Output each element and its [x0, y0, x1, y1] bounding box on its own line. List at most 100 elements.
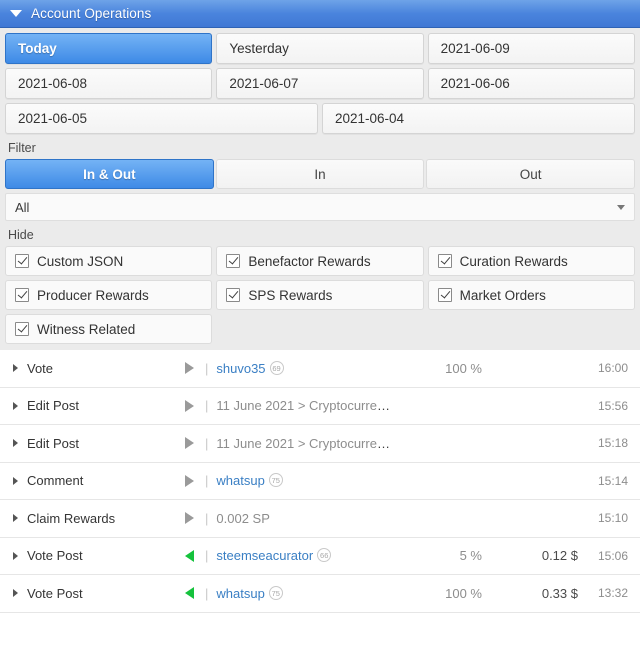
checkbox-checked-icon[interactable]	[437, 288, 452, 302]
caret-right-icon[interactable]	[13, 551, 18, 560]
date-button-2021-06-04[interactable]: 2021-06-04	[322, 103, 635, 134]
hide-checkbox-label: Custom JSON	[37, 253, 124, 269]
date-button-2021-06-06[interactable]: 2021-06-06	[427, 68, 635, 99]
operation-time: 15:06	[597, 548, 628, 563]
direction-indicator	[177, 437, 201, 450]
operation-type: Vote Post	[27, 548, 83, 564]
operation-type: Edit Post	[27, 435, 80, 451]
operation-amount: 0.12 $	[541, 548, 578, 564]
operation-type: Vote Post	[27, 585, 83, 601]
filter-label: Filter	[8, 141, 36, 155]
detail-text: 0.002 SP	[216, 510, 270, 526]
account-link[interactable]: steemseacurator	[216, 548, 313, 563]
chevron-down-icon	[617, 204, 625, 210]
checkbox-checked-icon[interactable]	[15, 254, 29, 268]
triangle-left-incoming-icon	[184, 587, 194, 600]
caret-right-icon[interactable]	[13, 589, 18, 598]
operation-row[interactable]: Vote | shuvo35 69 100 % 16:00	[0, 350, 640, 388]
operation-row[interactable]: Claim Rewards | 0.002 SP 15:10	[0, 500, 640, 538]
operation-detail: 11 June 2021 > Cryptocurrency Prices by …	[216, 398, 396, 413]
hide-checkbox-curation-rewards[interactable]: Curation Rewards	[427, 246, 635, 276]
checkbox-checked-icon[interactable]	[226, 288, 241, 302]
operation-row[interactable]: Vote Post | steemseacurator 66 5 % 0.12 $ 15:0…	[0, 538, 640, 575]
hide-checkbox-producer-rewards[interactable]: Producer Rewards	[5, 280, 213, 310]
checkbox-checked-icon[interactable]	[15, 322, 29, 336]
operations-list: Vote | shuvo35 69 100 % 16:00 Edit Post | 11 Jun…	[0, 350, 640, 613]
column-divider: |	[205, 398, 209, 414]
operation-amount: 0.33 $	[541, 585, 578, 601]
caret-down-icon[interactable]	[10, 10, 22, 17]
hide-checkbox-witness-related[interactable]: Witness Related	[5, 314, 213, 344]
panel-titlebar[interactable]: Account Operations	[0, 0, 640, 28]
account-operations-panel: Account Operations Today Yesterday 2021-06…	[0, 0, 640, 650]
date-button-2021-06-07[interactable]: 2021-06-07	[216, 68, 424, 99]
operation-detail: steemseacurator 66	[216, 548, 396, 563]
filter-segment-in-out[interactable]: In & Out	[5, 159, 214, 189]
hide-checkbox-market-orders[interactable]: Market Orders	[427, 280, 635, 310]
column-divider: |	[205, 585, 209, 601]
operation-row[interactable]: Edit Post | 11 June 2021 > Cryptocurrency …	[0, 425, 640, 463]
caret-right-icon[interactable]	[13, 476, 18, 485]
checkbox-checked-icon[interactable]	[15, 288, 29, 302]
operation-type: Comment	[27, 473, 84, 489]
triangle-right-outgoing-icon	[184, 399, 194, 412]
reputation-badge: 75	[268, 585, 283, 600]
operation-type: Edit Post	[27, 398, 80, 414]
hide-checkbox-custom-json[interactable]: Custom JSON	[5, 246, 213, 276]
reputation-badge: 66	[317, 548, 332, 563]
column-divider: |	[205, 360, 209, 376]
account-link[interactable]: shuvo35	[216, 361, 265, 376]
checkbox-checked-icon[interactable]	[437, 254, 452, 268]
operation-row[interactable]: Vote Post | whatsup 75 100 % 0.33 $ 13:32	[0, 575, 640, 613]
account-link[interactable]: whatsup	[216, 473, 264, 488]
operation-percent: 5 %	[459, 548, 482, 564]
direction-indicator	[177, 512, 201, 525]
operation-time: 13:32	[597, 586, 628, 601]
filter-segment-in[interactable]: In	[215, 159, 425, 189]
grid-spacer	[216, 314, 423, 344]
hide-checkbox-label: Benefactor Rewards	[248, 253, 371, 269]
triangle-right-outgoing-icon	[184, 362, 194, 375]
grid-spacer	[428, 314, 635, 344]
caret-right-icon[interactable]	[13, 401, 18, 410]
operation-detail: whatsup 75	[216, 473, 396, 488]
date-button-2021-06-09[interactable]: 2021-06-09	[427, 33, 635, 64]
operation-type-select-value: All	[15, 199, 30, 215]
operation-time: 15:14	[597, 473, 628, 488]
triangle-right-outgoing-icon	[184, 512, 194, 525]
hide-checkbox-sps-rewards[interactable]: SPS Rewards	[216, 280, 424, 310]
direction-indicator	[177, 474, 201, 487]
operation-time: 16:00	[597, 361, 628, 376]
operation-detail: shuvo35 69	[216, 360, 396, 376]
panel-title: Account Operations	[31, 6, 152, 21]
hide-checkbox-grid: Custom JSON Benefactor Rewards Curation Re…	[5, 246, 635, 344]
date-range-buttons: Today Yesterday 2021-06-09 2021-06-08 2021-0…	[5, 33, 635, 134]
hide-checkbox-benefactor-rewards[interactable]: Benefactor Rewards	[216, 246, 424, 276]
date-button-today[interactable]: Today	[5, 33, 213, 64]
date-button-2021-06-05[interactable]: 2021-06-05	[5, 103, 318, 134]
operation-type: Vote	[27, 360, 54, 376]
operation-detail: 0.002 SP	[216, 511, 396, 526]
detail-text: 11 June 2021 > Cryptocurrency Prices by …	[216, 398, 396, 414]
checkbox-checked-icon[interactable]	[226, 254, 241, 268]
direction-indicator	[177, 587, 201, 600]
caret-right-icon[interactable]	[13, 439, 18, 448]
direction-segmented-control: In & Out In Out	[5, 159, 636, 189]
reputation-badge: 69	[269, 360, 284, 375]
filter-segment-out[interactable]: Out	[426, 159, 636, 189]
operation-time: 15:10	[597, 511, 628, 526]
date-button-yesterday[interactable]: Yesterday	[216, 33, 424, 64]
caret-right-icon[interactable]	[13, 364, 18, 373]
operation-time: 15:56	[597, 398, 628, 413]
operation-type: Claim Rewards	[27, 510, 116, 526]
operation-percent: 100 %	[445, 585, 482, 601]
operation-row[interactable]: Comment | whatsup 75 15:14	[0, 463, 640, 500]
direction-indicator	[177, 399, 201, 412]
date-button-2021-06-08[interactable]: 2021-06-08	[5, 68, 213, 99]
hide-checkbox-label: Market Orders	[459, 287, 546, 303]
caret-right-icon[interactable]	[13, 514, 18, 523]
operation-type-select[interactable]: All	[5, 193, 635, 221]
operation-detail: 11 June 2021 > Cryptocurrency Prices by …	[216, 436, 396, 451]
operation-row[interactable]: Edit Post | 11 June 2021 > Cryptocurrency …	[0, 388, 640, 425]
account-link[interactable]: whatsup	[216, 586, 264, 601]
